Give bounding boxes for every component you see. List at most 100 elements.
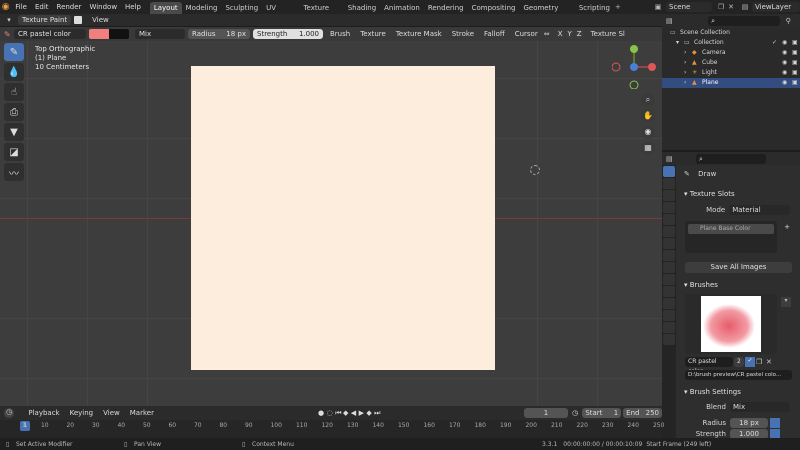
tab-uv-editing[interactable]: UV Editing	[262, 2, 299, 24]
annotate-tool-icon[interactable]: 〰	[4, 163, 24, 181]
strength-field[interactable]: Strength 1.000	[253, 29, 323, 39]
camera-render-icon[interactable]: ▣	[792, 38, 800, 48]
axis-y-button[interactable]: Y	[565, 29, 574, 39]
scene-tab-icon[interactable]	[663, 214, 675, 225]
texture-slots-dropdown[interactable]: Texture Sl	[587, 29, 629, 39]
tab-texture-paint[interactable]: Texture Paint	[299, 2, 343, 24]
brush-settings-panel-header[interactable]: ▾ Brush Settings	[678, 386, 798, 398]
texture-dropdown[interactable]: Texture	[356, 29, 390, 39]
paint-plane[interactable]	[191, 66, 495, 370]
brush-name-field[interactable]: CR pastel color	[685, 357, 733, 375]
menu-window[interactable]: Window	[85, 0, 121, 14]
tab-compositing[interactable]: Compositing	[468, 2, 520, 14]
physics-tab-icon[interactable]	[663, 286, 675, 297]
tab-sculpting[interactable]: Sculpting	[221, 2, 262, 14]
playback-menu[interactable]: Playback	[24, 408, 63, 418]
render-tab-icon[interactable]	[663, 178, 675, 189]
fill-tool-icon[interactable]: ▼	[4, 123, 24, 141]
particles-tab-icon[interactable]	[663, 274, 675, 285]
object-tab-icon[interactable]	[663, 250, 675, 261]
camera-view-icon[interactable]: ◉	[641, 125, 655, 139]
clock-icon[interactable]: ◷	[572, 409, 582, 417]
camera-render-icon[interactable]: ▣	[792, 48, 800, 58]
duplicate-brush-icon[interactable]: ❐	[756, 358, 766, 366]
marker-menu[interactable]: Marker	[126, 408, 158, 418]
view-menu[interactable]: View	[99, 408, 124, 418]
jump-start-icon[interactable]: ⏮	[335, 409, 343, 418]
brush-icon[interactable]: ✎	[4, 30, 14, 39]
outliner-collection[interactable]: ▾ ▭ Collection ✓ ◉ ▣	[662, 38, 800, 48]
ortho-toggle-icon[interactable]: ▦	[641, 141, 655, 155]
texture-tab-icon[interactable]	[663, 334, 675, 345]
mode-dropdown[interactable]: Texture Paint	[18, 15, 72, 25]
scene-icon[interactable]: ▣	[650, 3, 666, 11]
play-icon[interactable]: ▶	[359, 409, 367, 417]
add-workspace-icon[interactable]: +	[614, 3, 622, 11]
start-frame-field[interactable]: Start 1	[582, 408, 622, 418]
eye-icon[interactable]: ◉	[782, 38, 792, 48]
outliner-item-cube[interactable]: › ▲ Cube ◉ ▣	[662, 58, 800, 68]
axis-x-button[interactable]: X	[555, 29, 565, 39]
camera-render-icon[interactable]: ▣	[792, 78, 800, 88]
tab-rendering[interactable]: Rendering	[424, 2, 468, 14]
modifier-tab-icon[interactable]	[663, 262, 675, 273]
blend-dropdown[interactable]: Mix	[135, 29, 185, 39]
menu-help[interactable]: Help	[121, 0, 145, 14]
blender-logo-icon[interactable]: ◉	[0, 0, 11, 14]
timeline-ruler[interactable]: 1 1 10 20 30 40 50 60 70 80 90 100 110 120 130 140 150 1…	[0, 420, 664, 438]
eye-icon[interactable]: ◉	[782, 78, 792, 88]
material-tab-icon[interactable]	[663, 322, 675, 333]
brush-path-field[interactable]: D:\brush preview\CR pastel colo...	[685, 370, 792, 380]
jump-end-icon[interactable]: ⏭	[374, 409, 382, 418]
menu-render[interactable]: Render	[53, 0, 86, 14]
current-frame-field[interactable]: 1	[523, 408, 568, 418]
tab-modeling[interactable]: Modeling	[182, 2, 222, 14]
outliner-item-light[interactable]: › ☀ Light ◉ ▣	[662, 68, 800, 78]
draw-tool-icon[interactable]: ✎	[4, 43, 24, 61]
brush-dropdown[interactable]: Brush	[326, 29, 354, 39]
keyframe-icon[interactable]: ◌	[327, 409, 336, 417]
tool-tab-icon[interactable]	[663, 166, 675, 177]
scene-copy-icon[interactable]: ❐	[716, 3, 726, 11]
collection-tab-icon[interactable]	[663, 238, 675, 249]
pressure-icon[interactable]	[770, 418, 780, 428]
tab-geometry-nodes[interactable]: Geometry Nodes	[519, 2, 574, 24]
pan-hand-icon[interactable]: ✋	[641, 109, 655, 123]
scene-field[interactable]: Scene	[666, 2, 712, 12]
menu-edit[interactable]: Edit	[31, 0, 53, 14]
world-tab-icon[interactable]	[663, 226, 675, 237]
outliner-item-camera[interactable]: › ◆ Camera ◉ ▣	[662, 48, 800, 58]
mode-toggle-icon[interactable]	[74, 16, 83, 24]
brush-name-field[interactable]: CR pastel color	[14, 29, 86, 39]
view-layer-field[interactable]: ViewLayer	[752, 2, 800, 12]
editor-type-icon[interactable]: ▾	[0, 16, 18, 24]
eye-icon[interactable]: ◉	[782, 68, 792, 78]
filter-icon[interactable]: ⚲	[786, 17, 796, 25]
end-frame-field[interactable]: End 250	[623, 408, 663, 418]
visibility-icon[interactable]: ✓	[772, 38, 782, 48]
brush-color-swatch[interactable]	[89, 29, 109, 39]
camera-render-icon[interactable]: ▣	[792, 68, 800, 78]
brush-preview-image[interactable]	[701, 296, 761, 352]
prev-keyframe-icon[interactable]: ◆	[343, 409, 351, 417]
outliner-editor-icon[interactable]: ▤	[666, 17, 678, 25]
next-keyframe-icon[interactable]: ◆	[366, 409, 374, 417]
play-reverse-icon[interactable]: ◀	[351, 409, 359, 417]
brush-preview-box[interactable]	[685, 294, 777, 354]
brush-users-count[interactable]: 2	[734, 357, 744, 367]
texture-slot-item[interactable]: Plane Base Color	[688, 224, 774, 234]
fake-user-shield-icon[interactable]: ✓	[745, 357, 755, 367]
radius-field[interactable]: Radius 18 px	[188, 29, 250, 39]
tab-shading[interactable]: Shading	[344, 2, 380, 14]
add-slot-icon[interactable]: +	[782, 223, 792, 233]
tab-animation[interactable]: Animation	[380, 2, 424, 14]
outliner-scene-collection[interactable]: ▭ Scene Collection	[662, 28, 800, 38]
secondary-color-swatch[interactable]	[109, 29, 129, 39]
output-tab-icon[interactable]	[663, 190, 675, 201]
falloff-dropdown[interactable]: Falloff	[480, 29, 509, 39]
view-layer-tab-icon[interactable]	[663, 202, 675, 213]
texture-mask-dropdown[interactable]: Texture Mask	[392, 29, 446, 39]
smear-tool-icon[interactable]: ☝	[4, 83, 24, 101]
blend-dropdown[interactable]: Mix	[730, 402, 790, 412]
zoom-icon[interactable]: ⌕	[641, 93, 655, 107]
